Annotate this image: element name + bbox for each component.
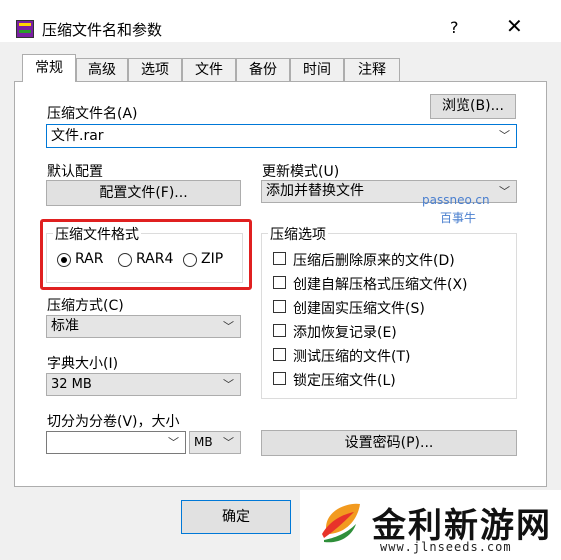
checkbox-test[interactable] bbox=[273, 348, 286, 361]
tab-options[interactable]: 选项 bbox=[128, 58, 182, 81]
ok-button[interactable]: 确定 bbox=[181, 500, 291, 534]
tab-advanced[interactable]: 高级 bbox=[76, 58, 128, 81]
tab-files[interactable]: 文件 bbox=[182, 58, 236, 81]
dict-value: 32 MB bbox=[51, 377, 92, 392]
option-delete-after: 压缩后删除原来的文件(D) bbox=[293, 253, 455, 269]
option-lock: 锁定压缩文件(L) bbox=[293, 373, 396, 389]
split-size-input[interactable]: ﹀ bbox=[46, 431, 186, 454]
watermark-url: passneo.cn bbox=[422, 193, 490, 207]
update-mode-value: 添加并替换文件 bbox=[266, 183, 364, 199]
checkbox-sfx[interactable] bbox=[273, 276, 286, 289]
window-title: 压缩文件名和参数 bbox=[42, 21, 163, 39]
option-sfx: 创建自解压格式压缩文件(X) bbox=[293, 277, 468, 293]
winrar-app-icon bbox=[16, 20, 34, 38]
compression-options-title: 压缩选项 bbox=[268, 224, 328, 244]
chevron-down-icon: ﹀ bbox=[499, 185, 510, 198]
logo-url: www.jlnseeds.com bbox=[380, 540, 512, 554]
tab-time[interactable]: 时间 bbox=[290, 58, 344, 81]
option-solid: 创建固实压缩文件(S) bbox=[293, 301, 425, 317]
dict-label: 字典大小(I) bbox=[47, 356, 119, 372]
tab-general[interactable]: 常规 bbox=[22, 54, 76, 82]
method-value: 标准 bbox=[51, 318, 79, 334]
checkbox-solid[interactable] bbox=[273, 300, 286, 313]
set-password-button[interactable]: 设置密码(P)... bbox=[261, 430, 517, 456]
chevron-down-icon: ﹀ bbox=[223, 436, 234, 449]
checkbox-recovery[interactable] bbox=[273, 324, 286, 337]
chevron-down-icon[interactable]: ﹀ bbox=[168, 432, 179, 453]
split-unit-value: MB bbox=[194, 435, 213, 449]
checkbox-delete-after[interactable] bbox=[273, 252, 286, 265]
archive-name-input[interactable]: 文件.rar ﹀ bbox=[46, 124, 517, 148]
watermark-name: 百事牛 bbox=[440, 211, 477, 225]
checkbox-lock[interactable] bbox=[273, 372, 286, 385]
browse-button[interactable]: 浏览(B)... bbox=[430, 94, 516, 119]
tab-divider bbox=[14, 81, 547, 82]
dict-select[interactable]: 32 MB ﹀ bbox=[46, 373, 241, 396]
profiles-button[interactable]: 配置文件(F)... bbox=[46, 180, 241, 206]
highlight-box bbox=[40, 219, 252, 290]
help-button[interactable]: ? bbox=[450, 18, 459, 37]
option-recovery: 添加恢复记录(E) bbox=[293, 325, 397, 341]
split-label: 切分为分卷(V)，大小 bbox=[47, 414, 180, 430]
close-button[interactable]: ✕ bbox=[506, 14, 523, 38]
tab-comment[interactable]: 注释 bbox=[344, 58, 400, 81]
archive-name-label: 压缩文件名(A) bbox=[47, 106, 138, 122]
method-select[interactable]: 标准 ﹀ bbox=[46, 315, 241, 338]
update-mode-label: 更新模式(U) bbox=[262, 164, 340, 180]
profiles-label: 默认配置 bbox=[47, 164, 103, 180]
chevron-down-icon: ﹀ bbox=[223, 378, 234, 391]
tab-backup[interactable]: 备份 bbox=[236, 58, 290, 81]
option-test: 测试压缩的文件(T) bbox=[293, 349, 411, 365]
archive-name-value: 文件.rar bbox=[51, 128, 104, 144]
method-label: 压缩方式(C) bbox=[47, 298, 124, 314]
chevron-down-icon: ﹀ bbox=[223, 320, 234, 333]
split-unit-select[interactable]: MB ﹀ bbox=[189, 431, 241, 454]
chevron-down-icon[interactable]: ﹀ bbox=[499, 125, 510, 147]
leaf-logo-icon bbox=[322, 503, 360, 543]
